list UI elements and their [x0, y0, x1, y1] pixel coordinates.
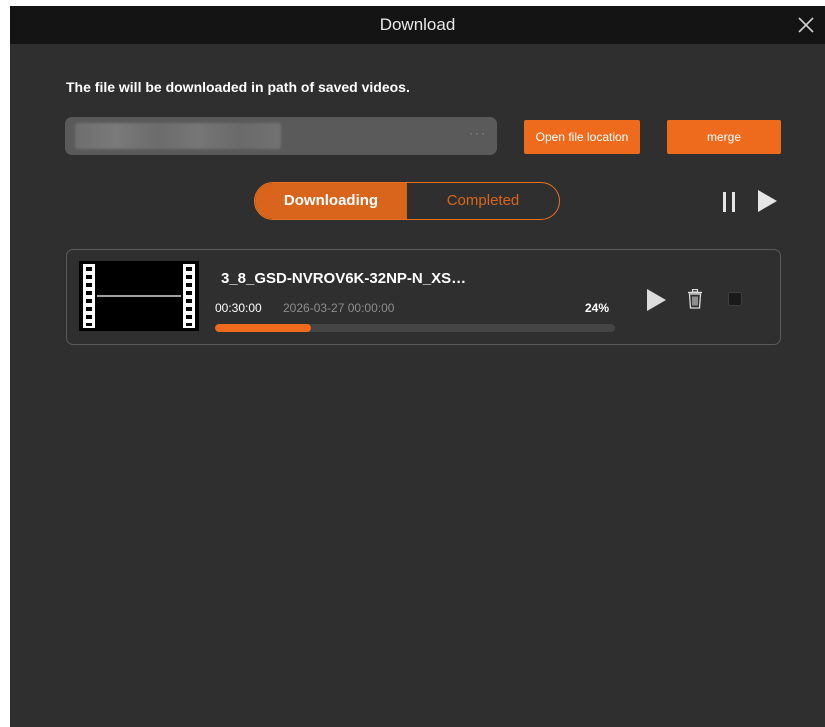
tab-downloading[interactable]: Downloading: [255, 183, 407, 219]
download-duration: 00:30:00: [215, 301, 262, 315]
download-file-name: 3_8_GSD-NVROV6K-32NP-N_XS…: [221, 270, 467, 287]
download-item: 3_8_GSD-NVROV6K-32NP-N_XS… 00:30:00 2026…: [66, 249, 781, 345]
pause-icon: [723, 192, 735, 212]
download-percent: 24%: [585, 301, 610, 315]
video-thumbnail: [79, 261, 199, 336]
video-thumbnail-icon: [79, 261, 199, 331]
play-icon: [758, 190, 777, 212]
tab-completed[interactable]: Completed: [407, 183, 559, 219]
redacted-path: [75, 123, 281, 149]
select-download-checkbox[interactable]: [728, 292, 742, 306]
download-progress-fill: [215, 324, 311, 332]
pause-all-button[interactable]: [722, 192, 738, 212]
delete-download-button[interactable]: [687, 288, 703, 309]
close-button[interactable]: [793, 12, 819, 38]
browse-path-button[interactable]: ···: [469, 126, 487, 140]
download-dialog: Download The file will be downloaded in …: [10, 6, 825, 727]
open-file-location-button[interactable]: Open file location: [524, 120, 640, 154]
resume-download-button[interactable]: [645, 288, 667, 312]
merge-button[interactable]: merge: [667, 120, 781, 154]
download-progress-bar: [215, 324, 615, 332]
save-path-field[interactable]: ···: [65, 117, 497, 155]
path-description: The file will be downloaded in path of s…: [66, 79, 410, 95]
close-icon: [798, 17, 814, 33]
download-date: 2026-03-27 00:00:00: [283, 301, 395, 315]
download-tabs: Downloading Completed: [254, 182, 560, 220]
play-icon: [647, 289, 666, 311]
dialog-title: Download: [379, 15, 456, 34]
start-all-button[interactable]: [756, 189, 778, 213]
trash-icon: [688, 288, 702, 309]
title-bar: Download: [10, 6, 825, 44]
